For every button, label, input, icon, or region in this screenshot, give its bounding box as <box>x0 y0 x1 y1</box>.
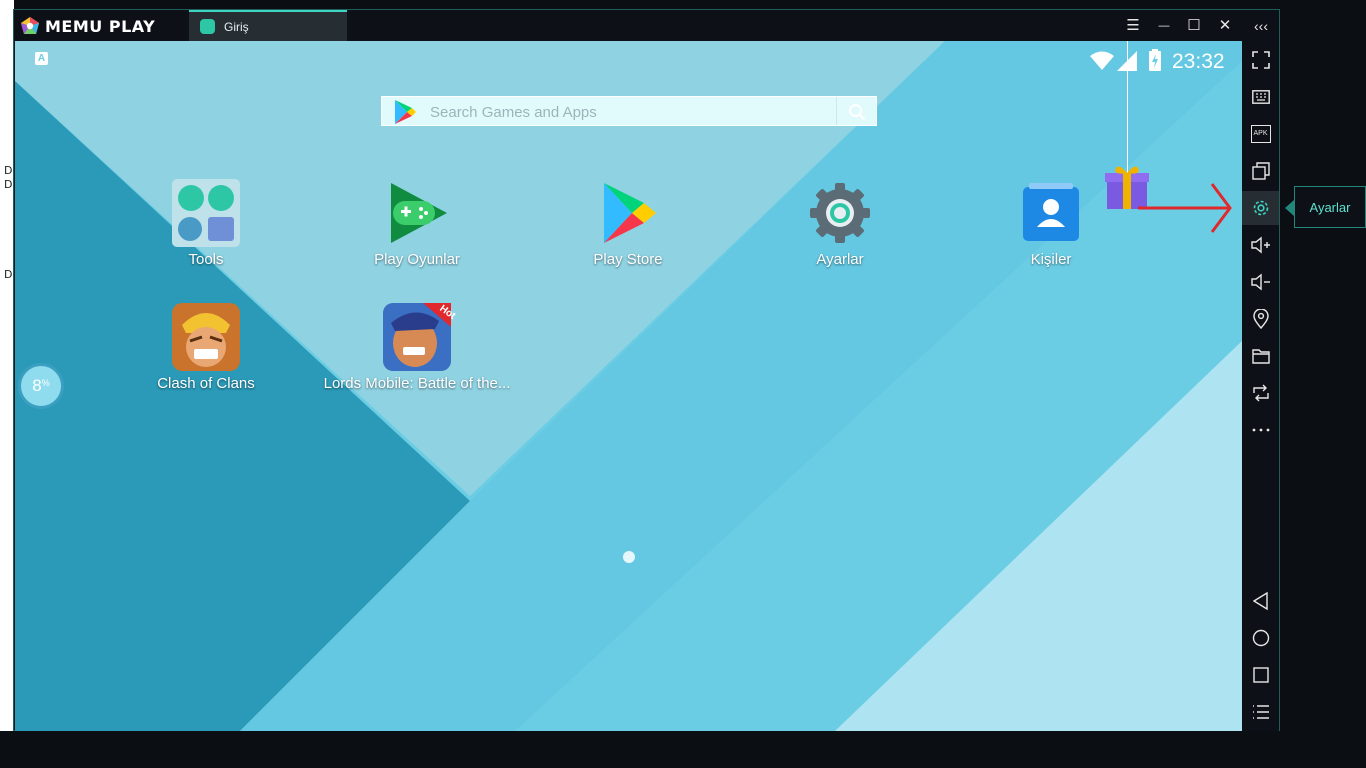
app-lords-mobile[interactable]: Hot Lords Mobile: Battle of the... <box>317 303 517 392</box>
back-button[interactable] <box>1242 584 1279 618</box>
folder-icon <box>1251 349 1270 364</box>
search-divider <box>836 97 837 125</box>
app-kisiler[interactable]: Kişiler <box>951 179 1151 268</box>
search-icon[interactable] <box>848 103 866 121</box>
location-button[interactable] <box>1242 302 1279 336</box>
desktop-text-fragment: D <box>4 178 13 191</box>
settings-tooltip: Ayarlar <box>1294 186 1366 228</box>
memu-logo: MEMU PLAY <box>20 15 155 37</box>
memu-logo-icon <box>21 17 39 34</box>
brand-name: MEMU PLAY <box>45 16 156 36</box>
title-bar[interactable]: MEMU PLAY Giriş ☰ — ☐ ✕ ‹‹‹ <box>14 10 1279 41</box>
tooltip-pointer <box>1285 200 1294 216</box>
tab-label: Giriş <box>224 20 249 34</box>
google-play-search-icon <box>395 100 416 124</box>
tools-folder-icon <box>172 179 240 247</box>
app-tools[interactable]: Tools <box>106 179 306 268</box>
collapse-sidebar-button[interactable]: ‹‹‹ <box>1250 15 1272 37</box>
desktop-text-fragment: D <box>4 268 13 281</box>
recents-button[interactable] <box>1242 658 1279 692</box>
play-games-icon <box>391 183 447 243</box>
menu-list-icon <box>1252 705 1269 719</box>
app-label: Play Oyunlar <box>374 251 460 268</box>
multi-window-button[interactable] <box>1242 154 1279 188</box>
taskbar-area <box>0 731 1366 768</box>
play-store-icon <box>604 183 656 243</box>
location-icon <box>1252 309 1269 329</box>
multi-window-icon <box>1251 162 1270 180</box>
fullscreen-icon <box>1251 51 1270 69</box>
recents-icon <box>1252 667 1269 683</box>
keyboard-indicator-icon: A <box>35 52 48 65</box>
back-icon <box>1252 592 1268 610</box>
shared-folder-button[interactable] <box>1242 339 1279 373</box>
home-button[interactable] <box>1242 621 1279 655</box>
gift-string <box>1127 41 1128 173</box>
app-label: Ayarlar <box>816 251 864 268</box>
app-label: Play Store <box>593 251 663 268</box>
app-ayarlar[interactable]: Ayarlar <box>740 179 940 268</box>
search-input[interactable]: Search Games and Apps <box>430 104 597 121</box>
tool-sidebar: APK <box>1242 41 1279 731</box>
rotate-icon <box>1252 384 1269 402</box>
settings-icon <box>1253 200 1268 216</box>
fullscreen-button[interactable] <box>1242 43 1279 77</box>
more-button[interactable] <box>1242 413 1279 447</box>
memory-progress-badge[interactable]: 8% <box>18 363 64 409</box>
apk-install-button[interactable]: APK <box>1242 117 1279 151</box>
more-icon <box>1252 428 1269 432</box>
tab-home[interactable]: Giriş <box>189 10 347 41</box>
apk-icon: APK <box>1250 125 1271 143</box>
keyboard-icon <box>1251 90 1270 104</box>
menu-button[interactable]: ☰ <box>1122 15 1144 37</box>
app-label: Tools <box>188 251 224 268</box>
menu-list-button[interactable] <box>1242 695 1279 729</box>
search-bar[interactable]: Search Games and Apps <box>381 96 877 126</box>
keyboard-button[interactable] <box>1242 80 1279 114</box>
close-button[interactable]: ✕ <box>1214 15 1236 37</box>
red-annotation-arrow <box>1138 183 1232 233</box>
progress-unit: % <box>41 378 50 388</box>
app-label: Kişiler <box>1030 251 1072 268</box>
volume-down-icon <box>1250 273 1270 291</box>
app-play-oyunlar[interactable]: Play Oyunlar <box>317 179 517 268</box>
settings-icon <box>810 183 870 243</box>
app-label: Clash of Clans <box>157 375 255 392</box>
volume-down-button[interactable] <box>1242 265 1279 299</box>
progress-value: 8 <box>32 376 42 395</box>
minimize-button[interactable]: — <box>1153 15 1175 37</box>
volume-up-button[interactable] <box>1242 228 1279 262</box>
home-icon <box>1252 629 1269 647</box>
volume-up-icon <box>1250 236 1270 254</box>
status-time: 23:32 <box>1172 50 1225 73</box>
home-tab-icon <box>200 19 215 34</box>
settings-button[interactable] <box>1242 191 1279 225</box>
battery-charging-icon <box>1149 49 1161 71</box>
memu-window: MEMU PLAY Giriş ☰ — ☐ ✕ ‹‹‹ A 23:32 Sear… <box>13 9 1280 731</box>
app-clash-of-clans[interactable]: Clash of Clans <box>106 303 306 392</box>
app-play-store[interactable]: Play Store <box>528 179 728 268</box>
wifi-icon <box>1090 51 1114 70</box>
contacts-icon <box>1023 183 1079 241</box>
clash-of-clans-icon <box>172 303 240 371</box>
desktop-strip <box>0 0 14 768</box>
rotate-button[interactable] <box>1242 376 1279 410</box>
app-label: Lords Mobile: Battle of the... <box>323 375 511 392</box>
android-screen[interactable]: A 23:32 Search Games and Apps Tools Play… <box>15 41 1242 731</box>
desktop-text-fragment: D <box>4 164 13 177</box>
maximize-button[interactable]: ☐ <box>1183 15 1205 37</box>
